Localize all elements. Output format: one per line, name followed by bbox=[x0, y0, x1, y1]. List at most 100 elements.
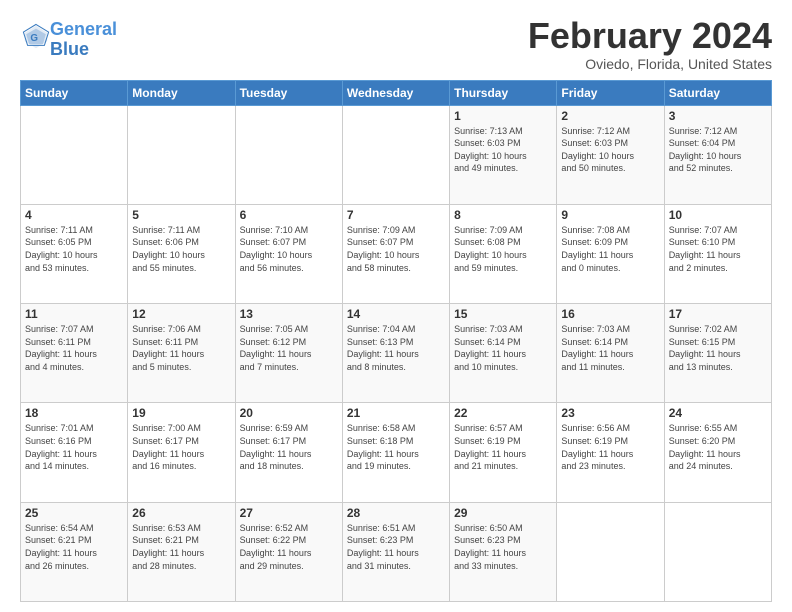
calendar-cell: 2 Sunrise: 7:12 AMSunset: 6:03 PMDaylight… bbox=[557, 105, 664, 204]
day-number: 26 bbox=[132, 506, 230, 520]
day-info: Sunrise: 7:12 AMSunset: 6:03 PMDaylight:… bbox=[561, 125, 659, 175]
calendar-header-monday: Monday bbox=[128, 80, 235, 105]
day-number: 7 bbox=[347, 208, 445, 222]
day-info: Sunrise: 6:50 AMSunset: 6:23 PMDaylight:… bbox=[454, 522, 552, 572]
calendar-header-row: SundayMondayTuesdayWednesdayThursdayFrid… bbox=[21, 80, 772, 105]
calendar-cell: 15 Sunrise: 7:03 AMSunset: 6:14 PMDayligh… bbox=[450, 304, 557, 403]
calendar-cell: 5Sunrise: 7:11 AMSunset: 6:06 PMDaylight… bbox=[128, 204, 235, 303]
calendar-cell: 29Sunrise: 6:50 AMSunset: 6:23 PMDayligh… bbox=[450, 502, 557, 601]
calendar-cell: 19Sunrise: 7:00 AMSunset: 6:17 PMDayligh… bbox=[128, 403, 235, 502]
calendar-header-tuesday: Tuesday bbox=[235, 80, 342, 105]
calendar-cell: 8 Sunrise: 7:09 AMSunset: 6:08 PMDaylight… bbox=[450, 204, 557, 303]
calendar-cell: 18Sunrise: 7:01 AMSunset: 6:16 PMDayligh… bbox=[21, 403, 128, 502]
calendar-cell: 11 Sunrise: 7:07 AMSunset: 6:11 PMDayligh… bbox=[21, 304, 128, 403]
day-info: Sunrise: 7:03 AMSunset: 6:14 PMDaylight:… bbox=[561, 323, 659, 373]
day-info: Sunrise: 6:59 AMSunset: 6:17 PMDaylight:… bbox=[240, 422, 338, 472]
logo: G General Blue bbox=[20, 20, 117, 60]
day-info: Sunrise: 6:55 AMSunset: 6:20 PMDaylight:… bbox=[669, 422, 767, 472]
day-info: Sunrise: 7:03 AMSunset: 6:14 PMDaylight:… bbox=[454, 323, 552, 373]
calendar-cell: 13 Sunrise: 7:05 AMSunset: 6:12 PMDayligh… bbox=[235, 304, 342, 403]
day-number: 1 bbox=[454, 109, 552, 123]
day-info: Sunrise: 7:12 AMSunset: 6:04 PMDaylight:… bbox=[669, 125, 767, 175]
calendar-cell bbox=[21, 105, 128, 204]
svg-text:G: G bbox=[30, 33, 38, 44]
day-number: 16 bbox=[561, 307, 659, 321]
logo-general: General bbox=[50, 19, 117, 39]
day-number: 4 bbox=[25, 208, 123, 222]
calendar-cell bbox=[557, 502, 664, 601]
day-info: Sunrise: 7:04 AMSunset: 6:13 PMDaylight:… bbox=[347, 323, 445, 373]
calendar-cell: 9Sunrise: 7:08 AMSunset: 6:09 PMDaylight… bbox=[557, 204, 664, 303]
day-number: 12 bbox=[132, 307, 230, 321]
day-info: Sunrise: 6:52 AMSunset: 6:22 PMDaylight:… bbox=[240, 522, 338, 572]
day-number: 25 bbox=[25, 506, 123, 520]
calendar-cell: 17Sunrise: 7:02 AMSunset: 6:15 PMDayligh… bbox=[664, 304, 771, 403]
logo-icon: G bbox=[22, 23, 50, 51]
day-number: 11 bbox=[25, 307, 123, 321]
calendar-cell: 23 Sunrise: 6:56 AMSunset: 6:19 PMDayligh… bbox=[557, 403, 664, 502]
day-number: 20 bbox=[240, 406, 338, 420]
day-number: 28 bbox=[347, 506, 445, 520]
calendar-cell bbox=[128, 105, 235, 204]
page: G General Blue February 2024 Oviedo, Flo… bbox=[0, 0, 792, 612]
day-info: Sunrise: 7:06 AMSunset: 6:11 PMDaylight:… bbox=[132, 323, 230, 373]
calendar-cell: 12 Sunrise: 7:06 AMSunset: 6:11 PMDayligh… bbox=[128, 304, 235, 403]
calendar-cell: 6 Sunrise: 7:10 AMSunset: 6:07 PMDaylight… bbox=[235, 204, 342, 303]
day-info: Sunrise: 6:58 AMSunset: 6:18 PMDaylight:… bbox=[347, 422, 445, 472]
day-info: Sunrise: 7:00 AMSunset: 6:17 PMDaylight:… bbox=[132, 422, 230, 472]
day-number: 17 bbox=[669, 307, 767, 321]
calendar-cell bbox=[664, 502, 771, 601]
location: Oviedo, Florida, United States bbox=[528, 56, 772, 72]
day-info: Sunrise: 7:09 AMSunset: 6:08 PMDaylight:… bbox=[454, 224, 552, 274]
day-number: 3 bbox=[669, 109, 767, 123]
day-number: 10 bbox=[669, 208, 767, 222]
calendar-week-row: 25 Sunrise: 6:54 AMSunset: 6:21 PMDayligh… bbox=[21, 502, 772, 601]
day-number: 8 bbox=[454, 208, 552, 222]
day-number: 21 bbox=[347, 406, 445, 420]
day-info: Sunrise: 6:51 AMSunset: 6:23 PMDaylight:… bbox=[347, 522, 445, 572]
calendar-cell bbox=[235, 105, 342, 204]
day-number: 2 bbox=[561, 109, 659, 123]
calendar-week-row: 1 Sunrise: 7:13 AMSunset: 6:03 PMDaylight… bbox=[21, 105, 772, 204]
day-info: Sunrise: 6:56 AMSunset: 6:19 PMDaylight:… bbox=[561, 422, 659, 472]
day-info: Sunrise: 7:10 AMSunset: 6:07 PMDaylight:… bbox=[240, 224, 338, 274]
day-number: 5 bbox=[132, 208, 230, 222]
day-info: Sunrise: 7:11 AMSunset: 6:05 PMDaylight:… bbox=[25, 224, 123, 274]
calendar-cell: 16 Sunrise: 7:03 AMSunset: 6:14 PMDayligh… bbox=[557, 304, 664, 403]
calendar-header-thursday: Thursday bbox=[450, 80, 557, 105]
calendar-cell: 22 Sunrise: 6:57 AMSunset: 6:19 PMDayligh… bbox=[450, 403, 557, 502]
calendar-cell: 3 Sunrise: 7:12 AMSunset: 6:04 PMDaylight… bbox=[664, 105, 771, 204]
calendar-week-row: 4 Sunrise: 7:11 AMSunset: 6:05 PMDaylight… bbox=[21, 204, 772, 303]
calendar-week-row: 18Sunrise: 7:01 AMSunset: 6:16 PMDayligh… bbox=[21, 403, 772, 502]
calendar-cell: 24 Sunrise: 6:55 AMSunset: 6:20 PMDayligh… bbox=[664, 403, 771, 502]
day-number: 22 bbox=[454, 406, 552, 420]
day-number: 23 bbox=[561, 406, 659, 420]
day-number: 9 bbox=[561, 208, 659, 222]
calendar-header-wednesday: Wednesday bbox=[342, 80, 449, 105]
day-number: 24 bbox=[669, 406, 767, 420]
day-number: 13 bbox=[240, 307, 338, 321]
day-number: 27 bbox=[240, 506, 338, 520]
calendar-table: SundayMondayTuesdayWednesdayThursdayFrid… bbox=[20, 80, 772, 602]
calendar-cell bbox=[342, 105, 449, 204]
calendar-cell: 20 Sunrise: 6:59 AMSunset: 6:17 PMDayligh… bbox=[235, 403, 342, 502]
day-info: Sunrise: 6:54 AMSunset: 6:21 PMDaylight:… bbox=[25, 522, 123, 572]
calendar-week-row: 11 Sunrise: 7:07 AMSunset: 6:11 PMDayligh… bbox=[21, 304, 772, 403]
calendar-header-sunday: Sunday bbox=[21, 80, 128, 105]
day-number: 15 bbox=[454, 307, 552, 321]
day-number: 18 bbox=[25, 406, 123, 420]
calendar-cell: 27 Sunrise: 6:52 AMSunset: 6:22 PMDayligh… bbox=[235, 502, 342, 601]
calendar-cell: 25 Sunrise: 6:54 AMSunset: 6:21 PMDayligh… bbox=[21, 502, 128, 601]
day-number: 6 bbox=[240, 208, 338, 222]
day-info: Sunrise: 6:57 AMSunset: 6:19 PMDaylight:… bbox=[454, 422, 552, 472]
logo-text: General Blue bbox=[50, 20, 117, 60]
day-info: Sunrise: 7:07 AMSunset: 6:11 PMDaylight:… bbox=[25, 323, 123, 373]
calendar-cell: 7Sunrise: 7:09 AMSunset: 6:07 PMDaylight… bbox=[342, 204, 449, 303]
day-info: Sunrise: 7:07 AMSunset: 6:10 PMDaylight:… bbox=[669, 224, 767, 274]
day-info: Sunrise: 7:13 AMSunset: 6:03 PMDaylight:… bbox=[454, 125, 552, 175]
calendar-header-friday: Friday bbox=[557, 80, 664, 105]
calendar-cell: 4 Sunrise: 7:11 AMSunset: 6:05 PMDaylight… bbox=[21, 204, 128, 303]
calendar-cell: 28 Sunrise: 6:51 AMSunset: 6:23 PMDayligh… bbox=[342, 502, 449, 601]
day-info: Sunrise: 7:05 AMSunset: 6:12 PMDaylight:… bbox=[240, 323, 338, 373]
calendar-cell: 14Sunrise: 7:04 AMSunset: 6:13 PMDayligh… bbox=[342, 304, 449, 403]
